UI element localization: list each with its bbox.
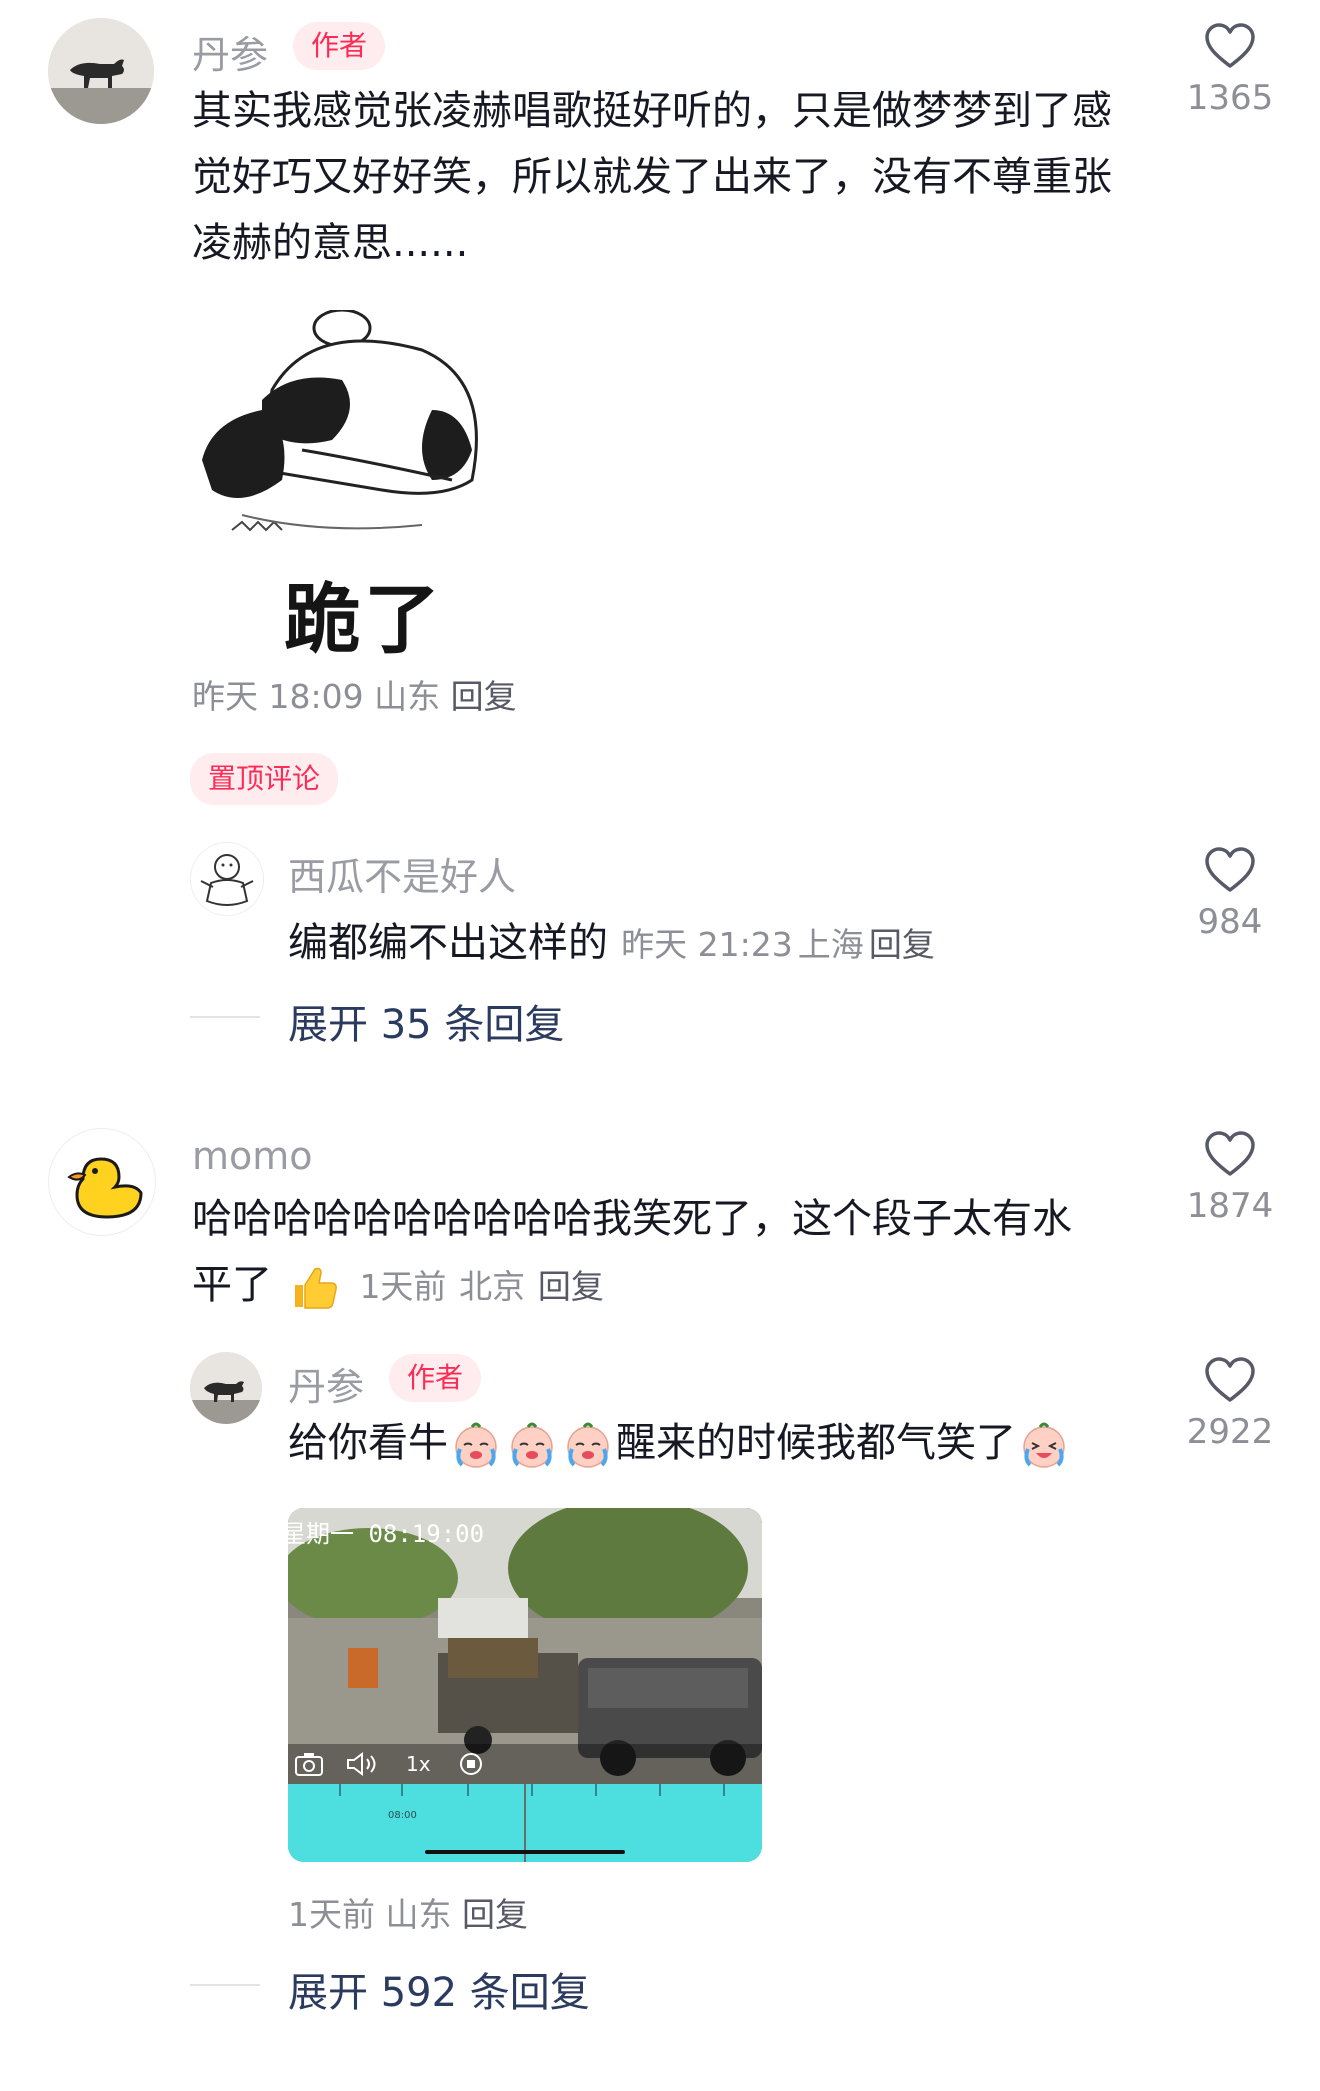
reply-button[interactable]: 回复 xyxy=(869,925,935,964)
thumbs-up-icon xyxy=(287,1261,339,1313)
comment-author-name[interactable]: 丹参 xyxy=(288,1356,364,1411)
video-attachment[interactable]: 星期一 08:19:00 1x 08:00 xyxy=(288,1508,762,1862)
like-count: 2922 xyxy=(1186,1412,1274,1452)
comment-author-name[interactable]: 丹参 xyxy=(192,24,268,79)
playback-speed[interactable]: 1x xyxy=(406,1752,431,1776)
video-controls: 1x xyxy=(288,1744,762,1784)
expand-divider xyxy=(190,1984,260,1986)
comment-author-name[interactable]: momo xyxy=(192,1134,313,1178)
comment-text: 给你看牛 醒来的时候我都气笑了 xyxy=(288,1410,1072,1476)
pinned-comment-badge: 置顶评论 xyxy=(190,753,339,805)
expand-divider xyxy=(190,1016,260,1018)
camera-icon[interactable] xyxy=(294,1751,324,1777)
avatar[interactable] xyxy=(190,1352,262,1424)
timeline-ticks xyxy=(339,1784,725,1862)
comment-time: 1天前 xyxy=(288,1895,375,1934)
comment-location: 山东 xyxy=(374,677,441,716)
laugh-cry-emoji-icon xyxy=(1018,1419,1070,1471)
like-count: 984 xyxy=(1197,902,1263,942)
avatar[interactable] xyxy=(48,18,154,124)
video-timeline[interactable]: 08:00 xyxy=(288,1784,762,1862)
expand-replies-button[interactable]: 展开 592 条回复 xyxy=(288,1960,590,2018)
like-button[interactable]: 984 xyxy=(1160,846,1300,942)
like-button[interactable]: 1874 xyxy=(1160,1130,1300,1226)
comment-text-part: 醒来的时候我都气笑了 xyxy=(616,1420,1016,1466)
comment-text-line: 觉好巧又好好笑，所以就发了出来了，没有不尊重张 xyxy=(192,154,1112,200)
heart-icon xyxy=(1205,847,1255,892)
panda-sticker[interactable]: 跪了 xyxy=(192,308,542,664)
comment-meta: 1天前 山东 回复 xyxy=(288,1888,528,1936)
comment-time: 1天前 xyxy=(359,1267,447,1306)
author-badge: 作者 xyxy=(293,22,386,70)
like-button[interactable]: 1365 xyxy=(1160,22,1300,118)
comment-location: 上海 xyxy=(797,925,864,964)
video-timestamp: 星期一 08:19:00 xyxy=(288,1520,485,1548)
comment-text-row: 平了 1天前 北京 回复 xyxy=(192,1252,1152,1320)
pinned-comment-label: 置顶评论 xyxy=(208,762,321,795)
crying-emoji-icon xyxy=(450,1419,502,1471)
expand-replies-button[interactable]: 展开 35 条回复 xyxy=(288,992,564,1050)
volume-icon[interactable] xyxy=(346,1751,380,1777)
reply-text-row: 编都编不出这样的 昨天 21:23 上海 回复 xyxy=(288,910,935,976)
crying-emoji-icon xyxy=(506,1419,558,1471)
author-badge: 作者 xyxy=(389,1354,482,1402)
comment-time: 昨天 21:23 xyxy=(621,925,793,964)
heart-icon xyxy=(1205,23,1255,68)
comment-time: 昨天 18:09 xyxy=(192,677,364,716)
like-count: 1874 xyxy=(1186,1186,1274,1226)
comment-text-line: 其实我感觉张凌赫唱歌挺好听的，只是做梦梦到了感 xyxy=(192,88,1112,134)
comment-meta: 昨天 18:09 山东 回复 xyxy=(192,670,517,718)
crying-emoji-icon xyxy=(562,1419,614,1471)
comment-text-line: 凌赫的意思...... xyxy=(192,220,469,266)
avatar[interactable] xyxy=(190,842,264,916)
like-count: 1365 xyxy=(1186,78,1274,118)
comment-text: 其实我感觉张凌赫唱歌挺好听的，只是做梦梦到了感 觉好巧又好好笑，所以就发了出来了… xyxy=(192,78,1152,276)
comment-author-name[interactable]: 西瓜不是好人 xyxy=(288,846,516,901)
comment-location: 北京 xyxy=(459,1267,526,1306)
comment-location: 山东 xyxy=(385,1895,452,1934)
timeline-tick-label: 08:00 xyxy=(388,1810,417,1821)
comment-text-part: 给你看牛 xyxy=(288,1420,448,1466)
reply-button[interactable]: 回复 xyxy=(462,1895,528,1934)
panda-icon xyxy=(202,308,478,532)
reply-button[interactable]: 回复 xyxy=(451,677,517,716)
comment-text-line: 哈哈哈哈哈哈哈哈哈哈我笑死了，这个段子太有水 xyxy=(192,1196,1072,1242)
comment-text: 编都编不出这样的 xyxy=(288,920,608,966)
duck-icon xyxy=(67,1157,143,1219)
comment-text: 哈哈哈哈哈哈哈哈哈哈我笑死了，这个段子太有水 平了 1天前 北京 回复 xyxy=(192,1186,1152,1320)
reply-button[interactable]: 回复 xyxy=(538,1267,604,1306)
comment-text-line: 平了 xyxy=(192,1262,272,1308)
heart-icon xyxy=(1205,1357,1255,1402)
avatar[interactable] xyxy=(48,1128,156,1236)
video-frame xyxy=(288,1508,762,1784)
like-button[interactable]: 2922 xyxy=(1160,1356,1300,1452)
heart-icon xyxy=(1205,1131,1255,1176)
record-icon[interactable] xyxy=(458,1751,484,1777)
sticker-caption: 跪了 xyxy=(284,575,444,664)
